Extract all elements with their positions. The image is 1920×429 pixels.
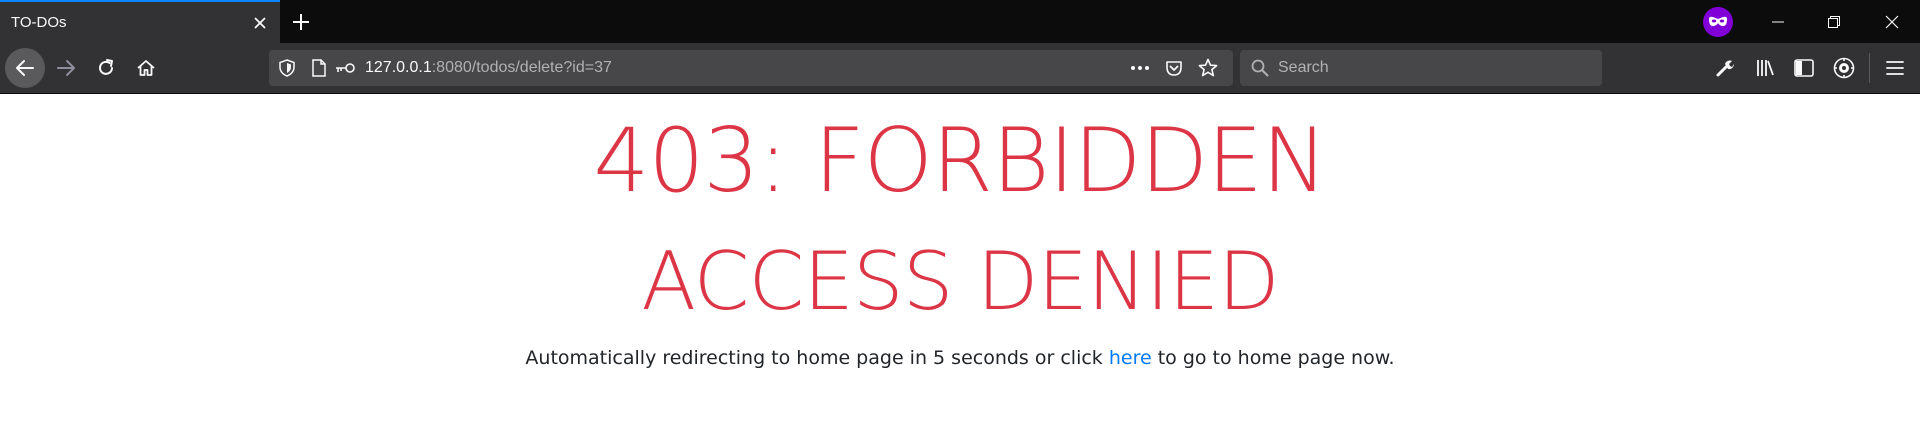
redirect-text-before: Automatically redirecting to home page i… xyxy=(525,347,1109,369)
tab-strip: TO-DOs xyxy=(0,0,1920,43)
forward-button[interactable] xyxy=(50,52,82,84)
home-button[interactable] xyxy=(130,52,162,84)
reload-button[interactable] xyxy=(90,52,122,84)
close-window-button[interactable] xyxy=(1864,0,1920,43)
restore-button[interactable] xyxy=(1806,0,1862,43)
redirect-text-after: to go to home page now. xyxy=(1151,347,1395,369)
search-icon xyxy=(1248,56,1272,80)
private-browsing-icon xyxy=(1703,7,1733,37)
error-code-heading: 403: FORBIDDEN xyxy=(593,109,1327,212)
tab-title: TO-DOs xyxy=(11,14,67,31)
tracking-protection-shield-icon[interactable] xyxy=(275,56,299,80)
url-path: :8080/todos/delete?id=37 xyxy=(431,59,612,76)
back-button[interactable] xyxy=(5,48,45,88)
minimize-button[interactable] xyxy=(1750,0,1806,43)
tab-todos[interactable]: TO-DOs xyxy=(0,0,280,43)
bookmark-star-icon[interactable] xyxy=(1191,53,1225,83)
search-input[interactable]: Search xyxy=(1278,59,1329,77)
new-tab-button[interactable] xyxy=(283,4,319,40)
error-message-heading: ACCESS DENIED xyxy=(641,235,1279,328)
page-info-icon[interactable] xyxy=(307,56,331,80)
redirect-notice: Automatically redirecting to home page i… xyxy=(0,347,1920,369)
pocket-icon[interactable] xyxy=(1157,53,1191,83)
library-icon[interactable] xyxy=(1749,52,1781,84)
home-page-link[interactable]: here xyxy=(1109,347,1152,369)
sidebar-toggle-icon[interactable] xyxy=(1788,52,1820,84)
key-icon[interactable] xyxy=(333,56,357,80)
toolbar-divider xyxy=(1869,53,1870,83)
navigation-toolbar: 127.0.0.1:8080/todos/delete?id=37 Search xyxy=(0,43,1920,94)
extension-badge-icon[interactable] xyxy=(1828,52,1860,84)
close-tab-icon[interactable] xyxy=(240,3,280,43)
developer-tools-wrench-icon[interactable] xyxy=(1709,52,1741,84)
page-content: 403: FORBIDDEN ACCESS DENIED Automatical… xyxy=(0,94,1920,429)
address-bar[interactable]: 127.0.0.1:8080/todos/delete?id=37 xyxy=(269,50,1233,86)
url-text[interactable]: 127.0.0.1:8080/todos/delete?id=37 xyxy=(365,59,1123,77)
page-actions-icon[interactable] xyxy=(1123,53,1157,83)
search-bar[interactable]: Search xyxy=(1240,50,1602,86)
hamburger-menu-icon[interactable] xyxy=(1879,52,1911,84)
url-host: 127.0.0.1 xyxy=(365,59,432,76)
